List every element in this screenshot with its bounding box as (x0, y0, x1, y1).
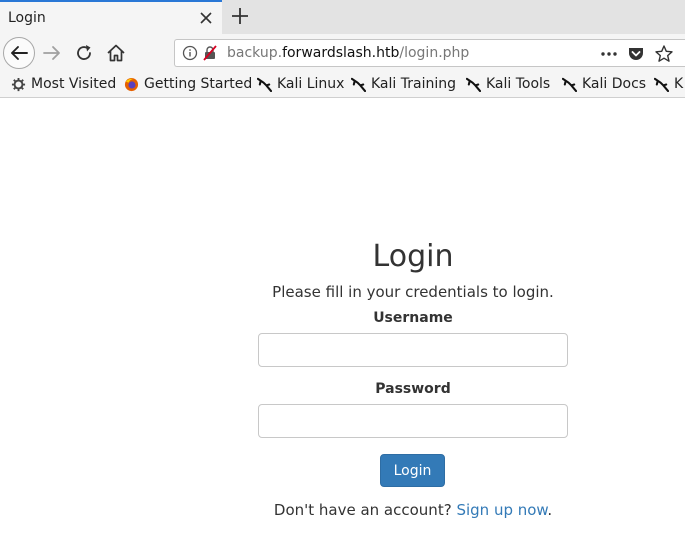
tab-title: Login (8, 10, 46, 26)
url-text[interactable]: backup.forwardslash.htb/login.php (227, 45, 469, 61)
bookmark-label: Kali Tools (486, 76, 551, 92)
url-path: /login.php (399, 45, 470, 61)
gear-icon (11, 77, 26, 91)
forward-arrow-icon[interactable] (41, 42, 63, 64)
username-label: Username (373, 310, 453, 326)
bookmark-label: K (674, 76, 684, 92)
page-actions-icon[interactable] (599, 46, 619, 62)
signup-link[interactable]: Sign up now (456, 501, 547, 519)
url-bar[interactable]: backup.forwardslash.htb/login.php (174, 39, 685, 67)
url-domain: forwardslash.htb (282, 45, 400, 61)
tab-strip: Login (0, 0, 685, 34)
login-button[interactable]: Login (380, 454, 445, 487)
insecure-lock-icon[interactable] (202, 45, 218, 61)
kali-dragon-icon (257, 77, 272, 92)
reload-icon[interactable] (73, 42, 95, 64)
signup-prompt: Don't have an account? Sign up now. (198, 501, 628, 519)
kali-dragon-icon (562, 77, 577, 92)
back-arrow-icon (11, 46, 28, 60)
firefox-icon (124, 77, 139, 91)
bookmark-kali-tools[interactable]: Kali Tools (466, 76, 550, 92)
signup-prompt-text: Don't have an account? (273, 501, 452, 519)
password-field[interactable] (258, 404, 568, 438)
username-field[interactable] (258, 333, 568, 367)
page-title: Login (372, 239, 454, 274)
bookmark-label: Kali Training (371, 76, 456, 92)
close-tab-icon[interactable] (196, 8, 216, 28)
bookmark-label: Most Visited (31, 76, 117, 92)
bookmark-getting-started[interactable]: Getting Started (124, 76, 252, 92)
kali-dragon-icon (654, 77, 669, 92)
bookmark-kali-training[interactable]: Kali Training (351, 76, 456, 92)
bookmark-label: Kali Linux (277, 76, 345, 92)
nav-toolbar: backup.forwardslash.htb/login.php (0, 34, 685, 72)
bookmarks-toolbar: Most Visited Getting Started Kali Linux … (0, 72, 685, 98)
bookmark-kali-docs[interactable]: Kali Docs (562, 76, 646, 92)
bookmark-kali-linux[interactable]: Kali Linux (257, 76, 344, 92)
url-subdomain: backup. (227, 45, 283, 61)
page-content: Login Please fill in your credentials to… (0, 99, 685, 543)
kali-dragon-icon (351, 77, 366, 92)
info-icon[interactable] (182, 45, 198, 61)
password-label: Password (375, 381, 451, 397)
bookmark-label: Kali Docs (582, 76, 647, 92)
form-subtitle: Please fill in your credentials to login… (272, 283, 554, 301)
bookmark-kali-overflow[interactable]: K (654, 76, 683, 92)
home-icon[interactable] (105, 42, 127, 64)
active-tab[interactable]: Login (0, 0, 222, 34)
new-tab-icon[interactable] (229, 5, 251, 27)
kali-dragon-icon (466, 77, 481, 92)
bookmark-label: Getting Started (144, 76, 253, 92)
pocket-icon[interactable] (627, 45, 645, 63)
back-button[interactable] (3, 37, 35, 69)
signup-suffix: . (547, 501, 553, 519)
bookmark-star-icon[interactable] (654, 44, 674, 64)
bookmark-most-visited[interactable]: Most Visited (11, 76, 116, 92)
